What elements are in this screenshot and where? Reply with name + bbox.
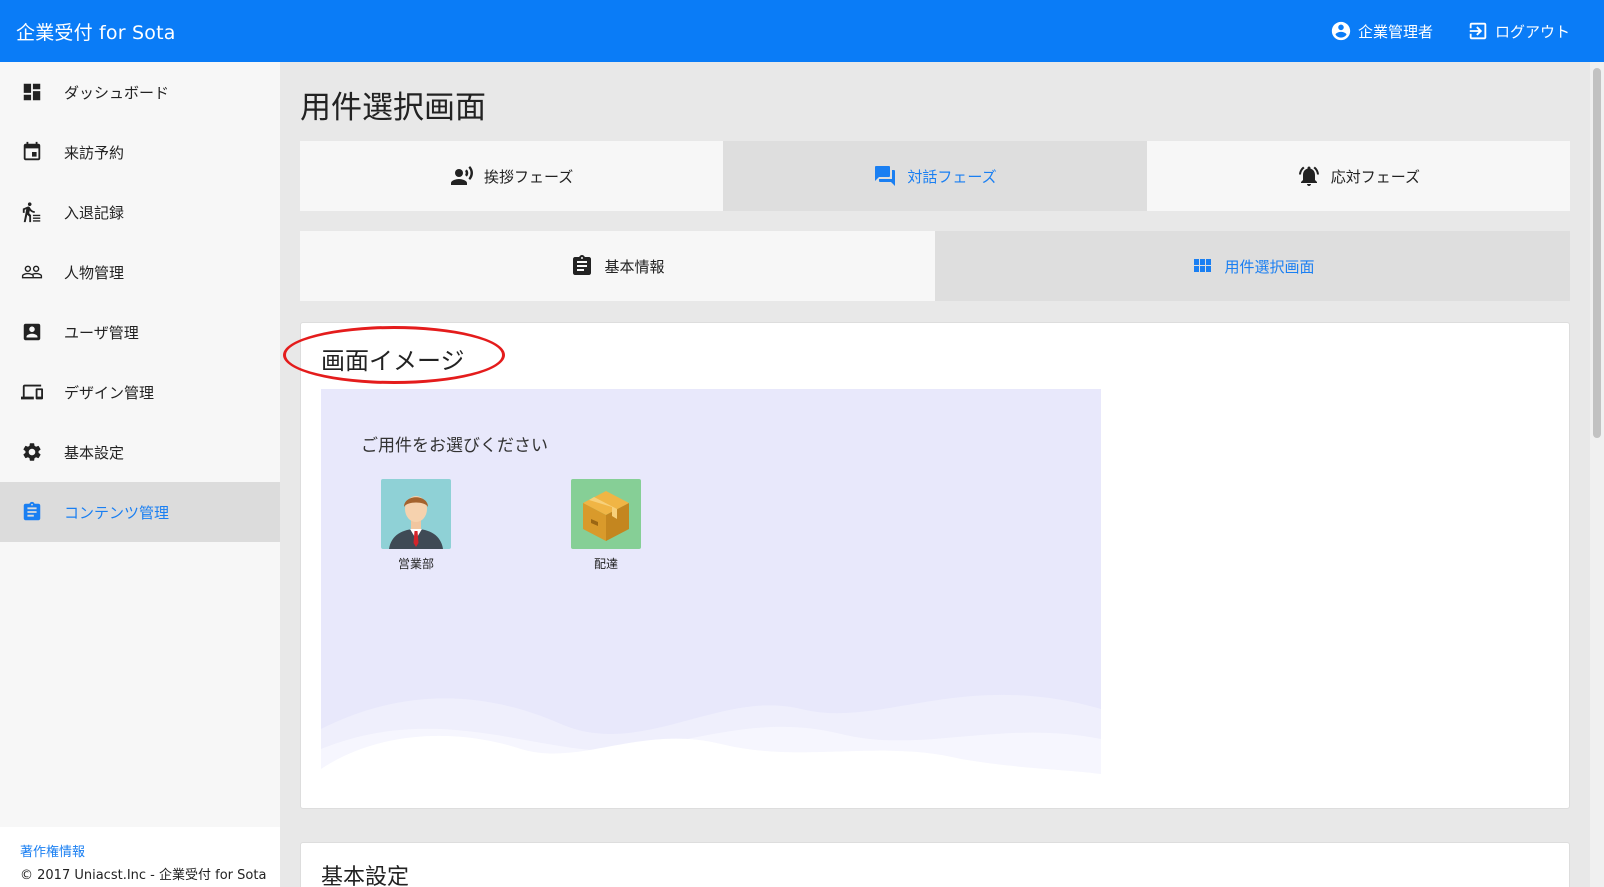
chat-icon: [875, 166, 896, 186]
tab-label: 用件選択画面: [1224, 257, 1315, 276]
copyright-text: © 2017 Uniacst.Inc - 企業受付 for Sota: [20, 868, 267, 883]
top-app-bar: 企業受付 for Sota 企業管理者 ログアウト: [0, 0, 1604, 62]
sidebar-item-users[interactable]: ユーザ管理: [0, 302, 280, 362]
choice-delivery[interactable]: 配達: [571, 479, 641, 572]
sidebar-item-label: デザイン管理: [64, 383, 155, 402]
sub-tabs: 基本情報 用件選択画面: [300, 231, 1570, 301]
sidebar-item-dashboard[interactable]: ダッシュボード: [0, 62, 280, 122]
tab-dialogue-phase[interactable]: 対話フェーズ: [723, 141, 1147, 211]
gear-icon: [20, 440, 44, 464]
tab-label: 基本情報: [604, 257, 665, 276]
tab-purpose-selection[interactable]: 用件選択画面: [935, 231, 1570, 301]
sidebar-item-people[interactable]: 人物管理: [0, 242, 280, 302]
sidebar-item-label: ダッシュボード: [64, 83, 170, 102]
logout-label: ログアウト: [1494, 22, 1570, 41]
logout-icon: [1469, 22, 1487, 40]
account-box-icon: [20, 320, 44, 344]
tab-response-phase[interactable]: 応対フェーズ: [1146, 141, 1570, 211]
calendar-icon: [20, 140, 44, 164]
page-scrollbar[interactable]: [1590, 62, 1604, 887]
header-actions: 企業管理者 ログアウト: [1330, 20, 1570, 42]
choice-label: 営業部: [397, 557, 434, 571]
app-brand[interactable]: 企業受付 for Sota: [16, 18, 176, 45]
clipboard-icon: [573, 255, 592, 275]
choice-label: 配達: [593, 557, 618, 571]
preview-prompt: ご用件をお選びください: [361, 436, 548, 456]
clipboard-icon: [20, 500, 44, 524]
voice-person-icon: [451, 166, 474, 185]
sidebar-item-label: 入退記録: [64, 203, 125, 222]
sidebar-item-settings[interactable]: 基本設定: [0, 422, 280, 482]
businessman-icon: [381, 479, 451, 549]
bell-icon: [1298, 166, 1319, 186]
devices-icon: [20, 380, 44, 404]
sidebar-footer: 著作権情報 © 2017 Uniacst.Inc - 企業受付 for Sota: [0, 827, 280, 887]
sidebar-item-contents[interactable]: コンテンツ管理: [0, 482, 280, 542]
page-title: 用件選択画面: [300, 90, 486, 126]
screen-image-card: 画面イメージ ご用件をお選びください 営業部 配達: [283, 322, 1570, 809]
tab-label: 対話フェーズ: [907, 167, 997, 186]
copyright-link[interactable]: 著作権情報: [20, 841, 280, 860]
scrollbar-thumb[interactable]: [1593, 68, 1601, 438]
card-title: 画面イメージ: [321, 347, 465, 375]
logout-button[interactable]: ログアウト: [1467, 20, 1570, 42]
grid-icon: [1194, 259, 1212, 272]
sidebar-item-label: 来訪予約: [64, 143, 125, 162]
user-label: 企業管理者: [1357, 22, 1433, 41]
tab-basic-info[interactable]: 基本情報: [300, 231, 935, 301]
card-title: 基本設定: [321, 865, 410, 887]
sidebar-item-label: ユーザ管理: [64, 323, 139, 342]
package-icon: [571, 479, 641, 549]
account-circle-icon: [1331, 21, 1351, 41]
wave-decoration: [321, 694, 1101, 789]
basic-settings-card: 基本設定: [300, 842, 1570, 887]
sidebar-item-label: 基本設定: [64, 443, 125, 462]
people-icon: [20, 260, 44, 284]
phase-tabs: 挨拶フェーズ 対話フェーズ 応対フェーズ: [300, 141, 1570, 211]
sidebar-item-label: コンテンツ管理: [64, 503, 170, 522]
sidebar-item-label: 人物管理: [64, 263, 125, 282]
choice-sales[interactable]: 営業部: [381, 479, 451, 572]
tab-label: 応対フェーズ: [1330, 167, 1420, 186]
dashboard-icon: [20, 80, 44, 104]
main-content: 用件選択画面 挨拶フェーズ 対話フェーズ 応対フェーズ 基本情報 用件選択画面 …: [280, 62, 1590, 887]
tab-label: 挨拶フェーズ: [484, 167, 574, 186]
sidebar-item-design[interactable]: デザイン管理: [0, 362, 280, 422]
walk-icon: [20, 200, 44, 224]
tab-greeting-phase[interactable]: 挨拶フェーズ: [300, 141, 724, 211]
sidebar-item-reservations[interactable]: 来訪予約: [0, 122, 280, 182]
screen-preview: ご用件をお選びください 営業部 配達: [321, 389, 1101, 789]
user-menu[interactable]: 企業管理者: [1330, 20, 1433, 42]
sidebar-item-entry-log[interactable]: 入退記録: [0, 182, 280, 242]
sidebar-nav: ダッシュボード 来訪予約 入退記録 人物管理 ユーザ管理 デザイン管理 基本設定…: [0, 62, 280, 887]
